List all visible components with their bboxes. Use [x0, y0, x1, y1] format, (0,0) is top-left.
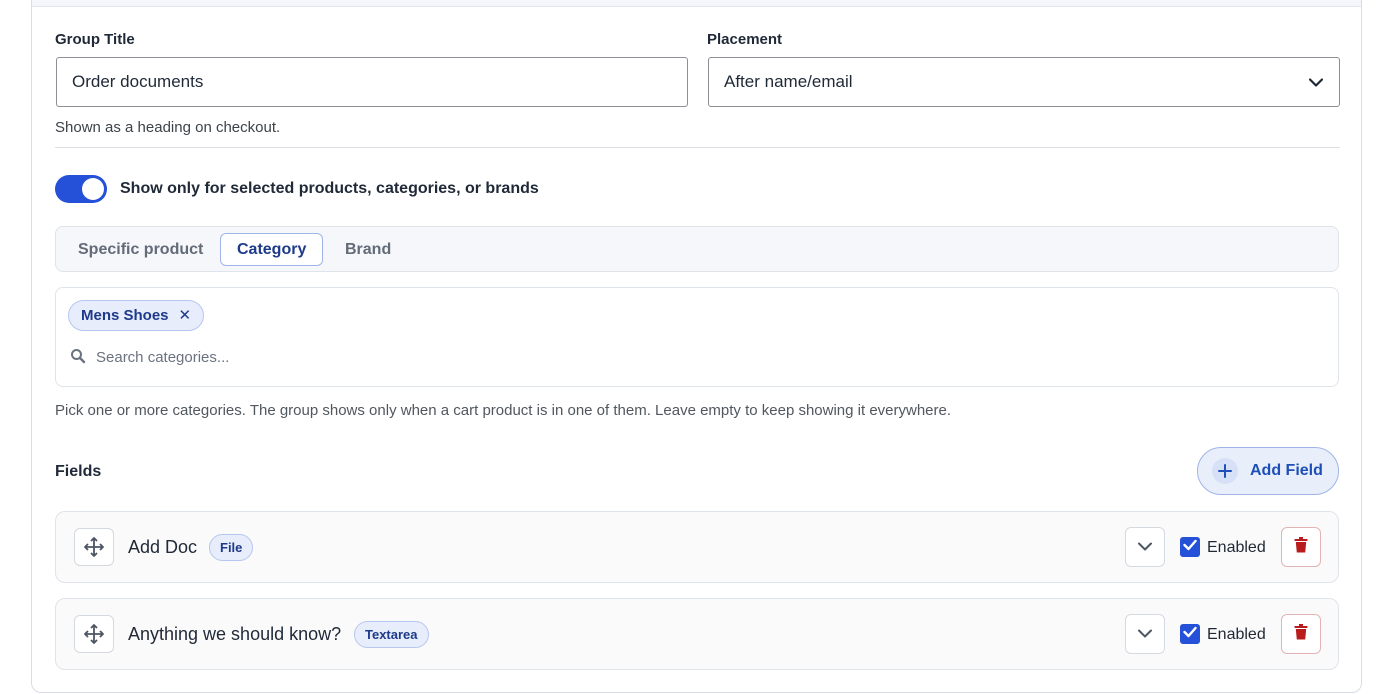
trash-icon [1294, 623, 1308, 645]
enabled-label: Enabled [1207, 626, 1266, 643]
category-chip: Mens Shoes ✕ [68, 300, 205, 331]
placement-selected-value: After name/email [724, 72, 853, 91]
field-name: Add Doc [128, 537, 198, 557]
field-row: Add Doc File Enabled [55, 511, 1339, 583]
field-name: Anything we should know? [128, 624, 342, 644]
add-field-label: Add Field [1250, 462, 1323, 479]
scope-tabs: Specific product Category Brand [55, 226, 1339, 272]
tab-brand[interactable]: Brand [329, 233, 407, 266]
toggle-knob [82, 178, 104, 200]
card-header-strip [32, 0, 1361, 7]
expand-field-button[interactable] [1125, 614, 1165, 654]
chevron-down-icon [1308, 74, 1324, 90]
plus-icon [1212, 458, 1238, 484]
search-icon [70, 348, 86, 364]
placement-label: Placement [707, 31, 783, 48]
group-title-label: Group Title [55, 31, 135, 48]
move-icon[interactable] [74, 528, 114, 566]
group-title-help: Shown as a heading on checkout. [55, 119, 281, 136]
chevron-down-icon [1138, 538, 1152, 556]
check-icon [1183, 538, 1197, 556]
tab-category[interactable]: Category [220, 233, 324, 266]
visibility-toggle[interactable] [55, 175, 107, 203]
field-type-badge: File [209, 534, 254, 561]
tab-specific-product[interactable]: Specific product [62, 233, 219, 266]
trash-icon [1294, 536, 1308, 558]
check-icon [1183, 625, 1197, 643]
add-field-button[interactable]: Add Field [1197, 447, 1339, 495]
field-group-card: Group Title Placement After name/email S… [31, 0, 1362, 693]
field-row: Anything we should know? Textarea Enable… [55, 598, 1339, 670]
enabled-checkbox[interactable] [1180, 537, 1200, 557]
category-picker: Mens Shoes ✕ [55, 287, 1339, 387]
close-icon[interactable]: ✕ [179, 308, 192, 323]
group-title-input[interactable] [56, 57, 688, 107]
placement-select[interactable]: After name/email [708, 57, 1340, 107]
field-type-badge: Textarea [354, 621, 429, 648]
enabled-label: Enabled [1207, 539, 1266, 556]
section-divider [55, 147, 1340, 148]
visibility-toggle-label: Show only for selected products, categor… [120, 180, 539, 197]
category-help: Pick one or more categories. The group s… [55, 402, 952, 419]
chip-label: Mens Shoes [81, 307, 169, 324]
enabled-checkbox[interactable] [1180, 624, 1200, 644]
delete-field-button[interactable] [1281, 527, 1321, 567]
move-icon[interactable] [74, 615, 114, 653]
fields-section-title: Fields [55, 463, 102, 480]
delete-field-button[interactable] [1281, 614, 1321, 654]
expand-field-button[interactable] [1125, 527, 1165, 567]
chevron-down-icon [1138, 625, 1152, 643]
category-search-input[interactable] [96, 345, 996, 369]
